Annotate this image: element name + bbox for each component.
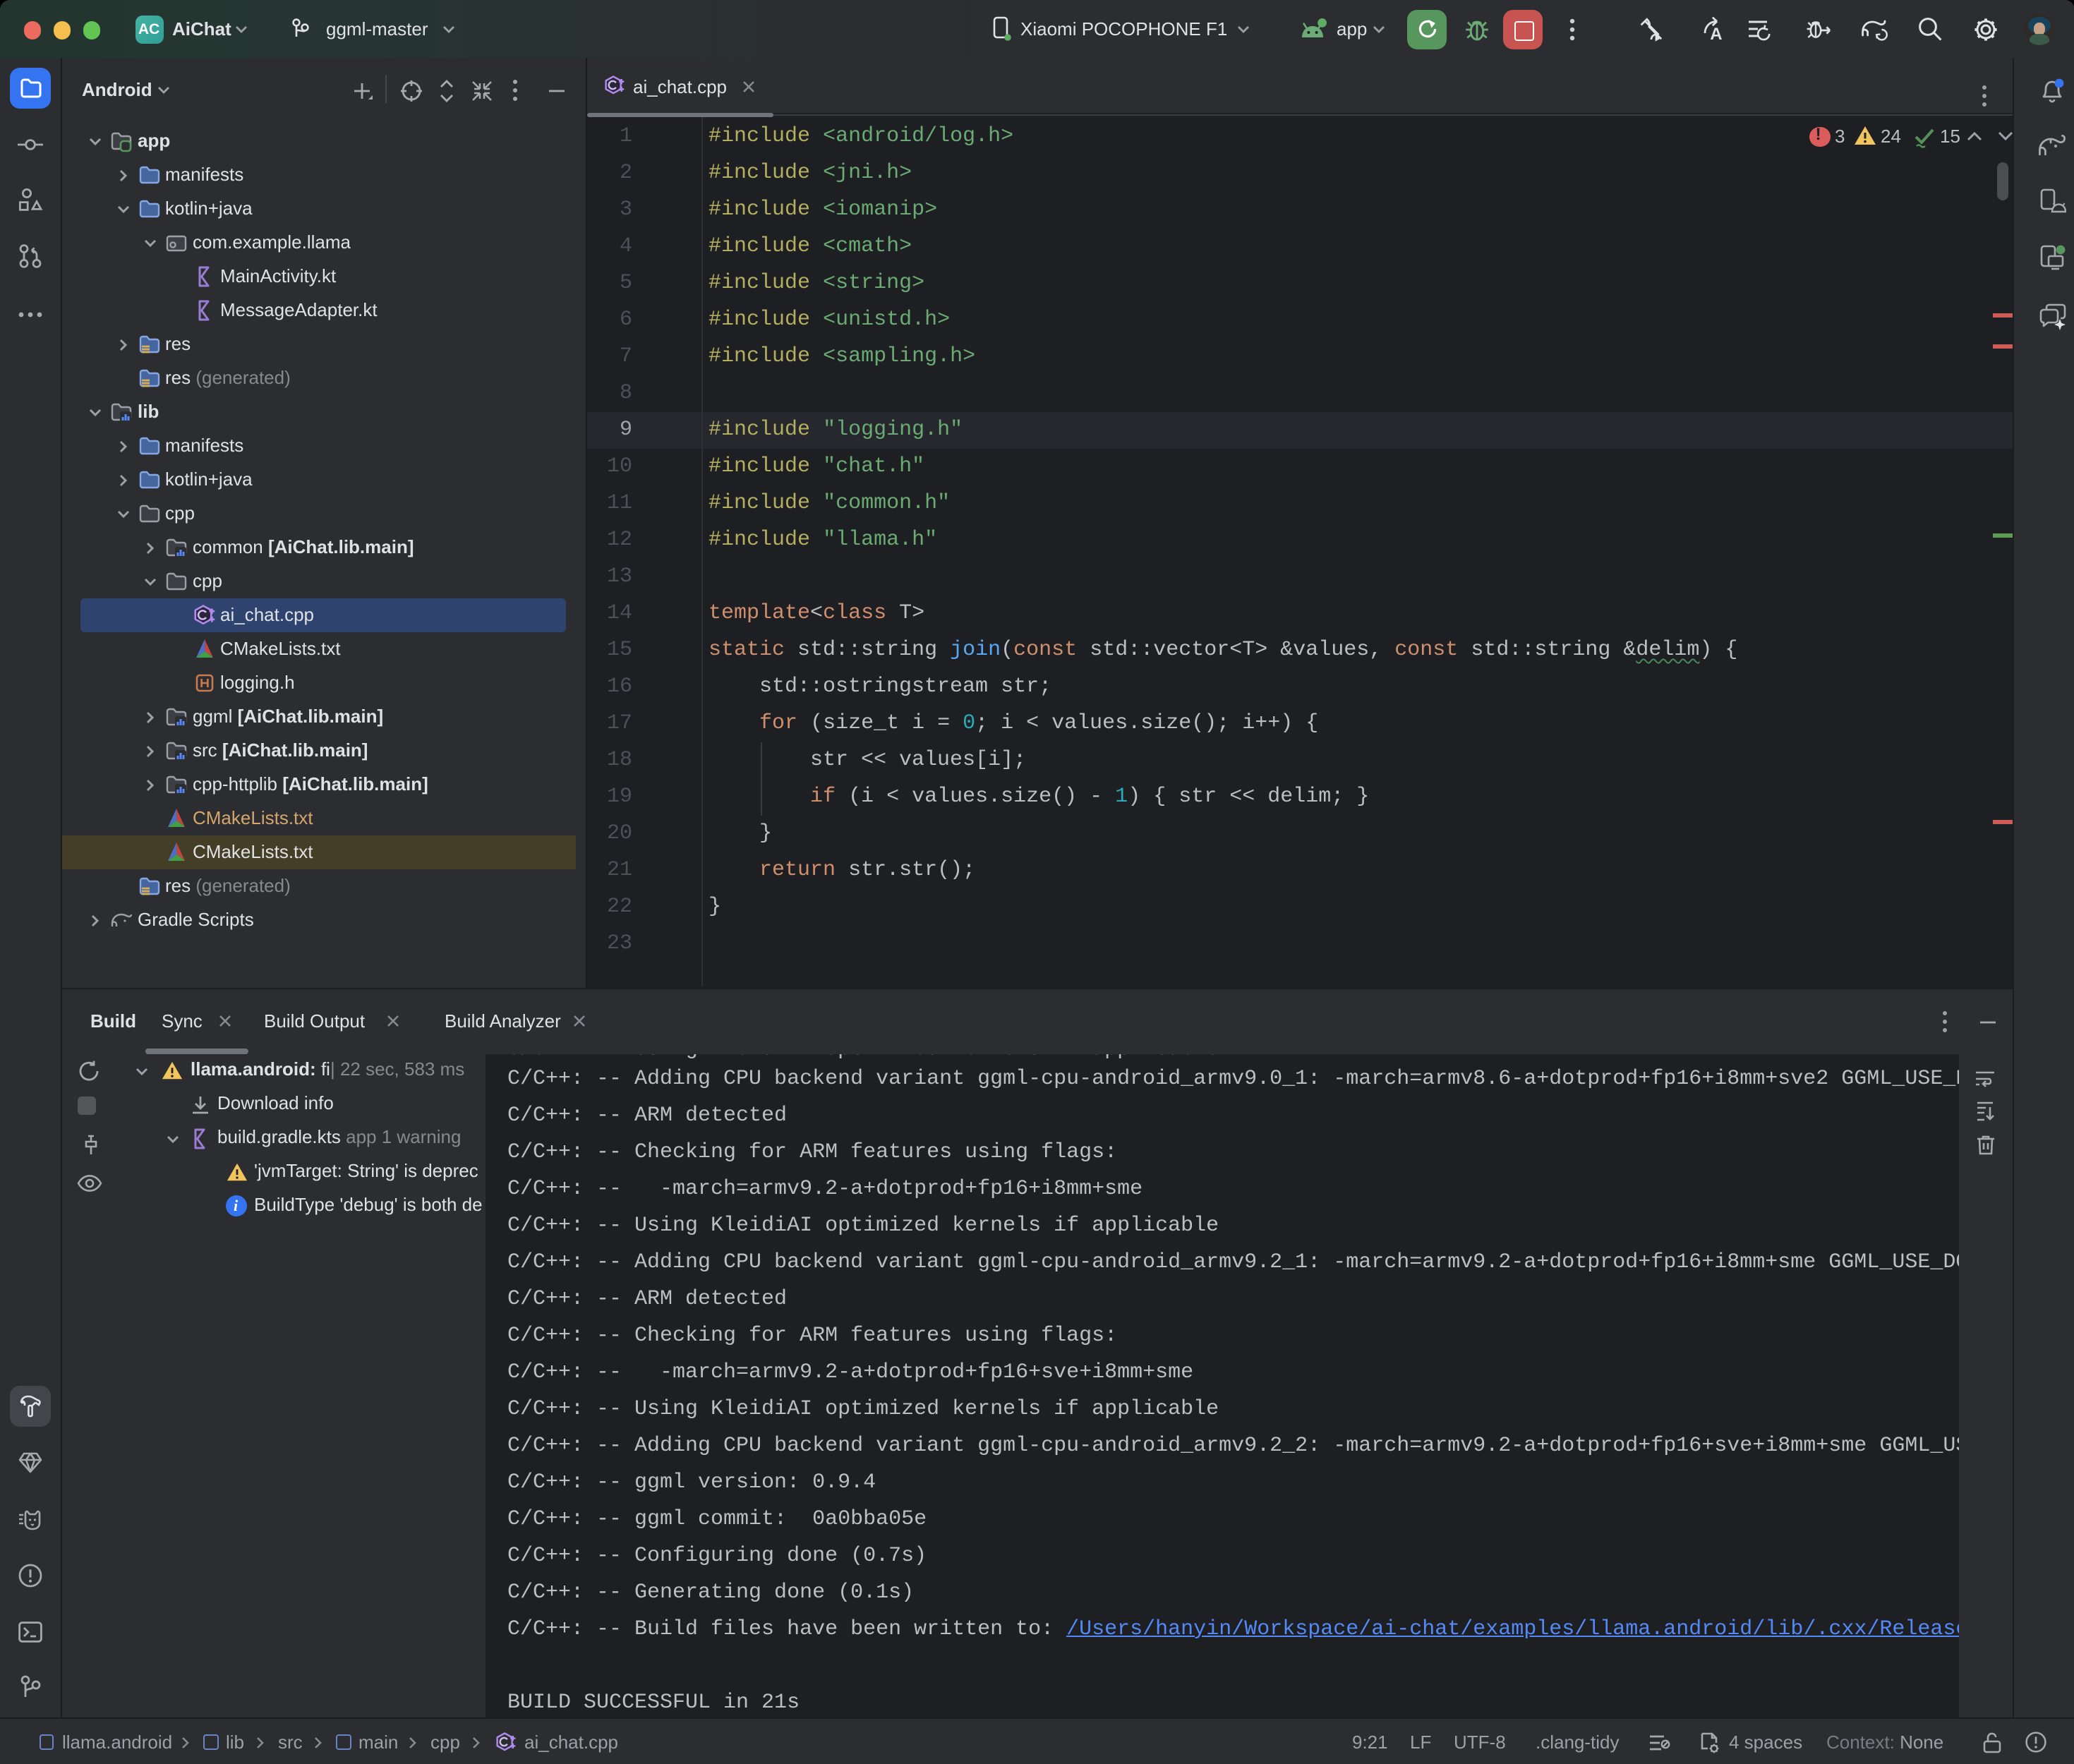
svg-text:A: A [1709,25,1721,42]
